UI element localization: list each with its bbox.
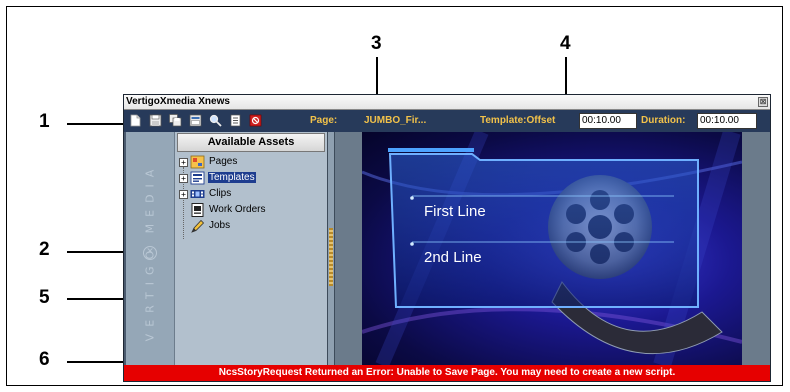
error-status-bar: NcsStoryRequest Returned an Error: Unabl… [124,365,770,381]
callout-6: 6 [39,349,50,370]
tree-label-work-orders: Work Orders [209,204,266,215]
callout-line-6 [67,361,127,363]
app-window: VertigoXmedia Xnews ⊠ Page: JUMBO_Fir...… [123,94,771,382]
preview-area: First Line 2nd Line [335,132,770,365]
preview-graphic: First Line 2nd Line [362,132,742,365]
template-label: Template:Offset [480,115,556,126]
jobs-icon [191,219,205,233]
tree-label-templates: Templates [208,172,256,183]
work-orders-icon [191,203,204,217]
expand-icon[interactable]: + [179,190,188,199]
splitter-grip[interactable] [329,228,333,286]
callout-line-1 [67,123,123,125]
preview-line-1: First Line [424,203,486,220]
callout-4: 4 [560,33,571,54]
duration-label: Duration: [641,115,686,126]
duration-field[interactable]: 00:10.00 [697,113,757,129]
page-label: Page: [310,115,338,126]
save-icon[interactable] [149,114,162,127]
open-icon[interactable] [189,114,202,127]
toolbar: Page: JUMBO_Fir... Template:Offset 00:10… [124,110,770,132]
expand-icon[interactable]: + [179,174,188,183]
callout-3: 3 [371,33,382,54]
available-assets-panel: Available Assets + Pages + Templates + C… [175,132,327,365]
preview-line-2: 2nd Line [424,249,482,266]
tree-label-pages: Pages [209,156,238,167]
callout-5: 5 [39,287,50,308]
assets-header[interactable]: Available Assets [177,133,325,152]
error-message: NcsStoryRequest Returned an Error: Unabl… [218,367,676,378]
search-icon[interactable] [209,114,222,127]
tree-label-clips: Clips [209,188,232,199]
delete-icon[interactable] [249,114,262,127]
tree-label-jobs: Jobs [209,220,231,231]
callout-2: 2 [39,239,50,260]
template-time-field[interactable]: 00:10.00 [579,113,637,129]
brand-sidebar: VERTIGO MEDIA ✕ [126,132,175,365]
new-page-icon[interactable] [129,114,142,127]
pages-icon [190,155,205,169]
clips-icon [190,190,205,198]
properties-icon[interactable] [229,114,242,127]
callout-1: 1 [39,111,50,132]
title-bar: VertigoXmedia Xnews ⊠ [124,95,770,110]
window-title: VertigoXmedia Xnews [126,96,230,107]
close-icon[interactable]: ⊠ [758,97,768,107]
page-value: JUMBO_Fir... [364,115,427,126]
templates-icon [190,171,205,185]
save-all-icon[interactable] [169,114,182,127]
brand-mark-icon: ✕ [143,246,157,260]
expand-icon[interactable]: + [179,158,188,167]
panel-splitter[interactable] [327,132,335,365]
template-preview: First Line 2nd Line [362,132,742,365]
figure-frame: 1 2 3 4 5 6 VertigoXmedia Xnews ⊠ Page: … [6,6,783,386]
